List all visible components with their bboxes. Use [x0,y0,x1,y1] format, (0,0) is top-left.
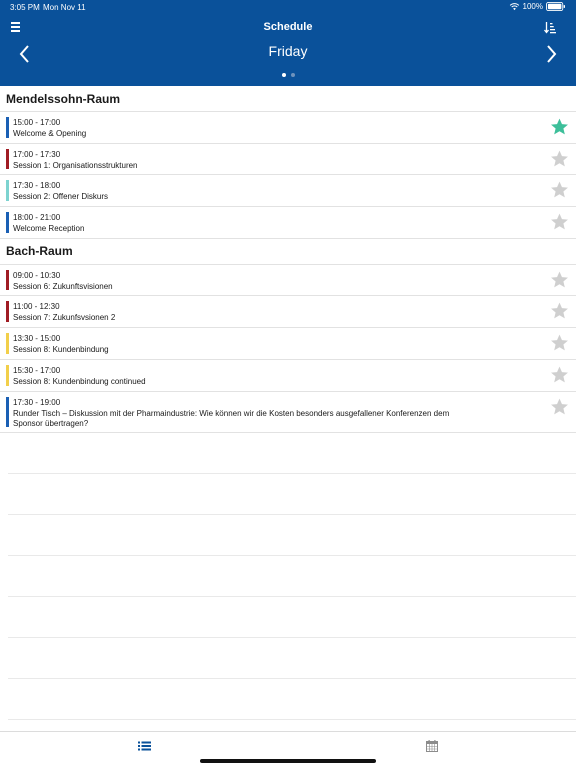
session-time: 17:30 - 19:00 [13,397,61,407]
wifi-icon [509,3,519,11]
session-time: 11:00 - 12:30 [13,302,60,312]
session-title: Welcome Reception [13,224,85,234]
session-title: Welcome & Opening [13,129,87,138]
track-color-bar [6,212,9,233]
session-title: Session 6: Zukunftsvisionen [13,281,113,291]
session-time: 18:00 - 21:00 [13,213,61,223]
status-bar: 3:05 PM Mon Nov 11 100% [0,0,576,14]
session-row[interactable]: 13:30 - 15:00 Session 8: Kundenbindung [0,328,576,360]
track-color-bar [6,301,9,323]
status-indicators: 100% [509,2,566,11]
session-title: Session 1: Organisationsstrukturen [13,160,138,170]
empty-row-divider [8,514,576,515]
session-time: 09:00 - 10:30 [13,270,61,280]
sort-icon[interactable] [544,21,556,34]
track-color-bar [6,396,9,427]
track-color-bar [6,180,9,202]
empty-row-divider [8,473,576,474]
star-icon[interactable] [550,212,569,231]
track-color-bar [6,148,9,170]
session-title: Runder Tisch – Diskussion mit der Pharma… [13,408,450,428]
session-title: Session 2: Offener Diskurs [13,192,109,202]
star-icon[interactable] [550,365,569,384]
session-row[interactable]: 09:00 - 10:30 Session 6: Zukunftsvisionen [0,265,576,297]
page-title: Schedule [263,21,313,33]
session-time: 15:30 - 17:00 [13,365,61,375]
session-row[interactable]: 15:30 - 17:00 Session 8: Kundenbindung co… [0,360,576,392]
star-icon[interactable] [550,397,569,416]
status-date: Mon Nov 11 [43,3,86,12]
empty-row-divider [8,596,576,597]
session-row[interactable]: 11:00 - 12:30 Session 7: Zukunfsvsionen 2 [0,296,576,329]
session-time: 17:00 - 17:30 [13,149,61,159]
session-row[interactable]: 17:00 - 17:30 Session 1: Organisationsstr… [0,144,576,176]
star-icon[interactable] [550,270,569,289]
list-icon [137,741,151,751]
day-title: Friday [268,43,308,59]
star-icon[interactable] [550,117,569,136]
calendar-icon [426,740,438,752]
track-color-bar [6,117,9,138]
session-row[interactable]: 18:00 - 21:00 Welcome Reception [0,207,576,239]
session-title: Session 8: Kundenbindung continued [13,376,146,386]
tab-calendar[interactable] [288,732,576,760]
battery-percent: 100% [522,2,543,11]
schedule-list: Mendelssohn-Raum 15:00 - 17:00 Welcome & O… [0,86,576,433]
empty-row-divider [8,719,576,720]
room-header: Bach-Raum [0,239,576,265]
session-time: 17:30 - 18:00 [13,181,61,191]
tab-list[interactable] [0,732,288,760]
app-header: 3:05 PM Mon Nov 11 100% Schedule Friday [0,0,576,86]
star-icon[interactable] [550,301,569,320]
home-indicator [200,759,376,763]
session-row[interactable]: 15:00 - 17:00 Welcome & Opening [0,112,576,144]
track-color-bar [6,269,9,291]
page-dot [290,73,295,77]
battery-icon [546,2,565,11]
empty-row-divider [8,678,576,679]
star-icon[interactable] [550,180,569,199]
page-indicator [0,73,576,77]
chevron-right-icon[interactable] [545,44,559,64]
status-time: 3:05 PM [10,3,40,12]
session-row[interactable]: 17:30 - 18:00 Session 2: Offener Diskurs [0,175,576,208]
session-time: 15:00 - 17:00 [13,118,61,127]
empty-row-divider [8,637,576,638]
session-row[interactable]: 17:30 - 19:00 Runder Tisch – Diskussion m… [0,392,576,433]
page-dot [281,73,286,77]
track-color-bar [6,364,9,386]
session-title: Session 8: Kundenbindung [13,345,109,355]
empty-row-divider [8,555,576,556]
room-header: Mendelssohn-Raum [0,86,576,112]
session-time: 13:30 - 15:00 [13,334,61,344]
star-icon[interactable] [550,333,569,352]
track-color-bar [6,333,9,354]
session-title: Session 7: Zukunfsvsionen 2 [13,313,116,323]
star-icon[interactable] [550,149,569,168]
